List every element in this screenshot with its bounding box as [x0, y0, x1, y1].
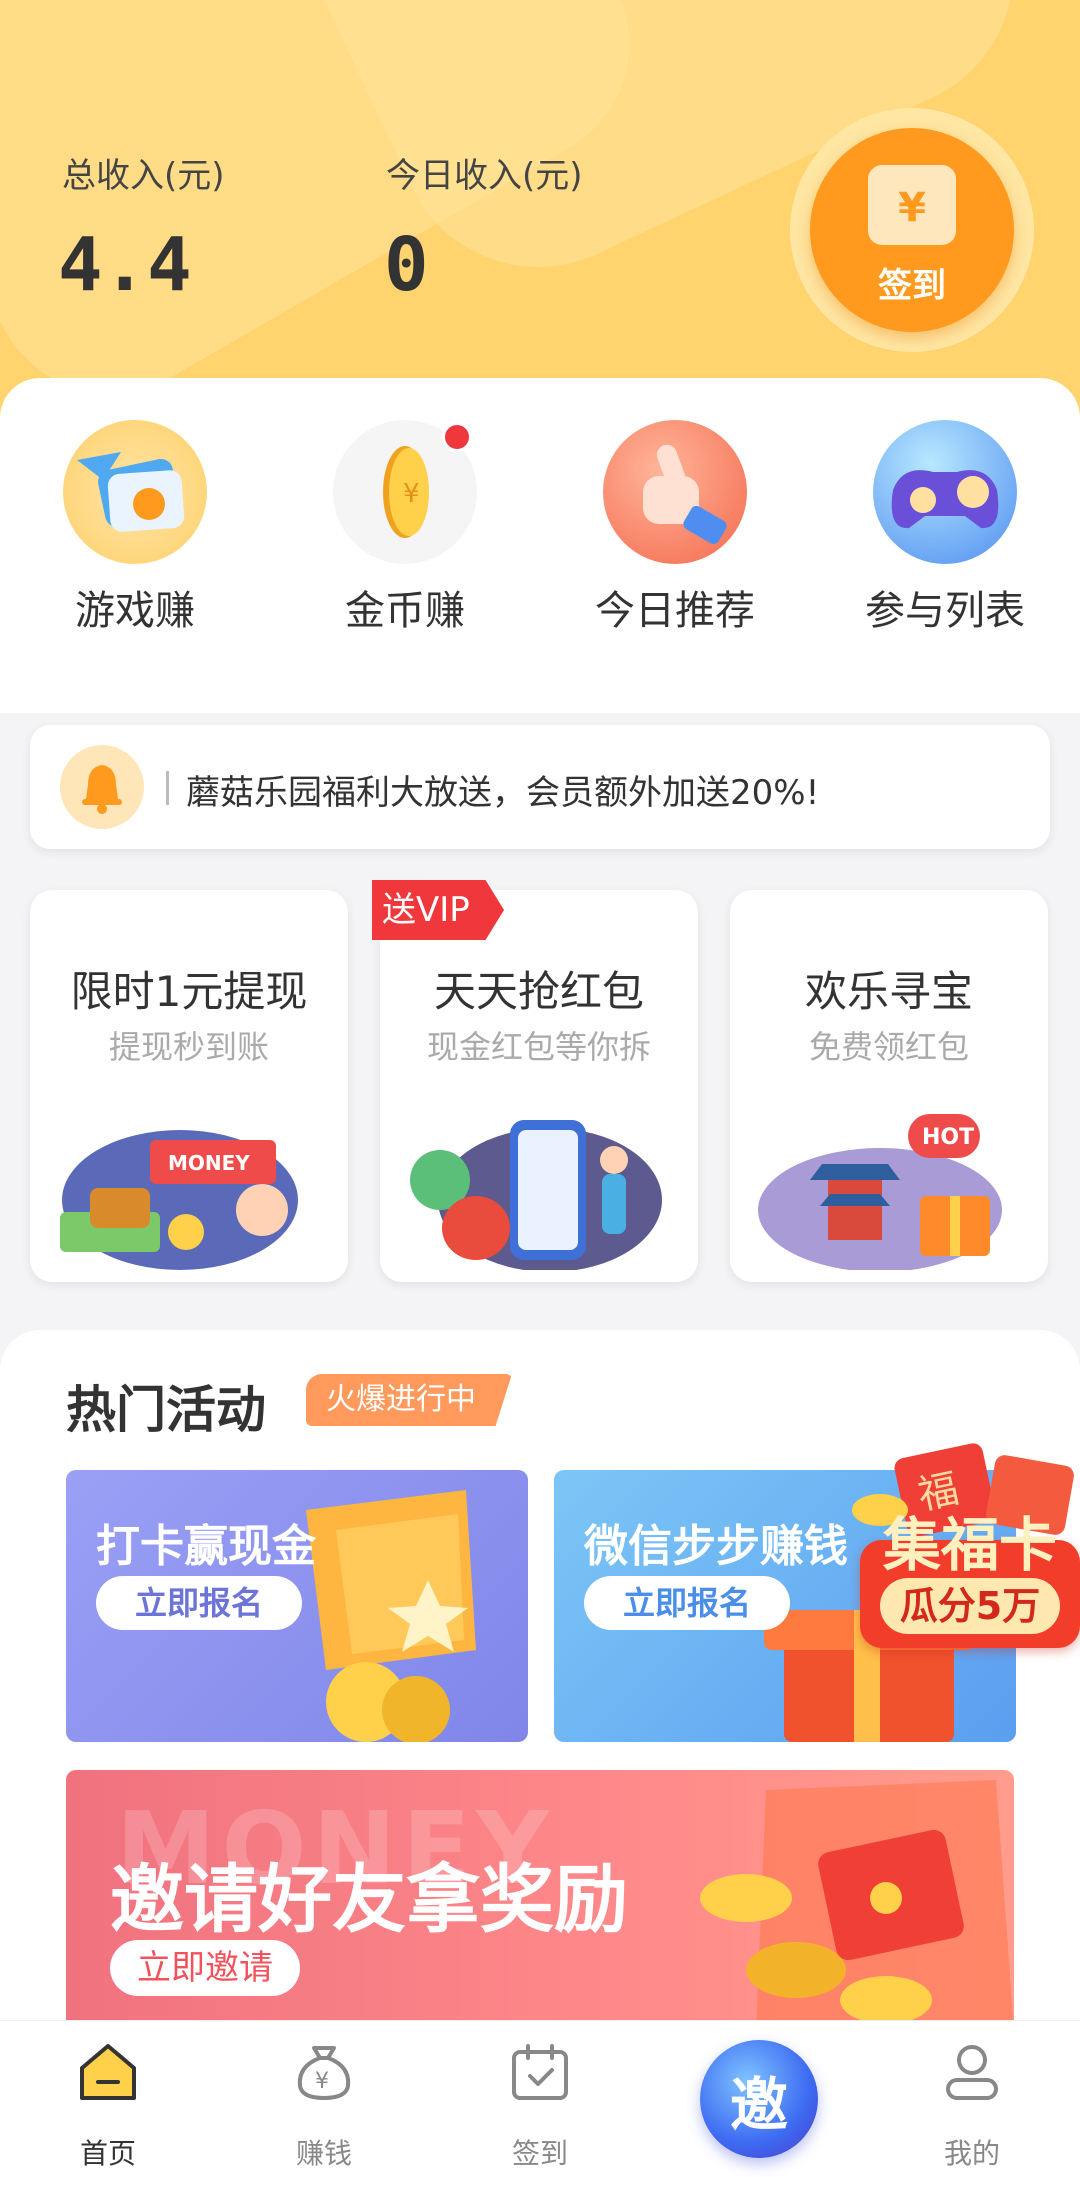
promo-card-title: 欢乐寻宝	[804, 967, 973, 1016]
bell-icon	[60, 745, 144, 829]
banner-checkin-cash[interactable]: 打卡赢现金 立即报名	[66, 1470, 528, 1742]
promo-card-subtitle: 免费领红包	[808, 1028, 969, 1066]
section-title: 热门活动	[66, 1381, 266, 1439]
quick-entry-recommend[interactable]: 今日推荐	[540, 420, 810, 640]
gamepad-icon	[873, 420, 1017, 564]
thumbs-up-icon	[603, 420, 747, 564]
quick-entry-label: 参与列表	[865, 588, 1025, 634]
tab-label: 签到	[511, 2137, 568, 2170]
phone-red-packet-illustration	[410, 1120, 662, 1270]
quick-entry-participation-list[interactable]: 参与列表	[810, 420, 1080, 640]
total-income-label: 总收入(元)	[62, 156, 225, 196]
register-button[interactable]: 立即报名	[96, 1576, 302, 1630]
game-card-icon	[63, 420, 207, 564]
temple-gift-illustration: HOT	[758, 1114, 1002, 1270]
promo-card-treasure[interactable]: 欢乐寻宝 免费领红包 HOT	[730, 890, 1048, 1282]
money-art-text: MONEY	[168, 1151, 250, 1175]
quick-entry-game[interactable]: 游戏赚	[0, 420, 270, 640]
banner-title: 微信步步赚钱	[584, 1521, 848, 1572]
invite-now-button[interactable]: 立即邀请	[110, 1940, 300, 1996]
today-income-value: 0	[384, 222, 429, 308]
total-income-value: 4.4	[58, 222, 192, 308]
promo-card-red-packet[interactable]: 天天抢红包 现金红包等你拆	[380, 890, 698, 1282]
notice-text: 蘑菇乐园福利大放送，会员额外加送20%!	[186, 773, 820, 813]
fu-card-title: 集福卡	[882, 1511, 1057, 1579]
tab-label: 赚钱	[295, 2137, 352, 2170]
fu-card-subtitle: 瓜分5万	[880, 1578, 1060, 1634]
tab-label: 我的	[943, 2137, 1000, 2170]
tab-label: 首页	[79, 2137, 136, 2170]
quick-entry-label: 今日推荐	[595, 588, 755, 634]
sign-in-label[interactable]: 签到	[810, 258, 1014, 307]
svg-text:¥: ¥	[403, 479, 420, 509]
promo-card-withdraw[interactable]: 限时1元提现 提现秒到账 MONEY	[30, 890, 348, 1282]
promo-card-subtitle: 提现秒到账	[108, 1028, 269, 1066]
invite-friends-banner[interactable]: MONEY 邀请好友拿奖励 立即邀请	[66, 1770, 1014, 2032]
calendar-check-icon	[512, 2044, 568, 2100]
svg-text:¥: ¥	[315, 2069, 329, 2094]
quick-entry-coin[interactable]: ¥ 金币赚	[270, 420, 540, 640]
hot-tag: 火爆进行中	[306, 1374, 512, 1426]
quick-entry-label: 金币赚	[345, 588, 465, 634]
promo-card-title: 限时1元提现	[70, 967, 308, 1016]
calendar-yen-icon: ¥	[868, 165, 956, 245]
notice-divider	[166, 771, 169, 805]
home-icon	[80, 2044, 136, 2100]
send-vip-badge: 送VIP	[372, 880, 504, 940]
new-badge-dot	[442, 422, 472, 452]
quick-entry-label: 游戏赚	[75, 588, 195, 634]
promo-card-title: 天天抢红包	[433, 967, 644, 1016]
hot-art-text: HOT	[922, 1125, 974, 1150]
register-button[interactable]: 立即报名	[584, 1576, 790, 1630]
money-gun-illustration: MONEY	[60, 1130, 298, 1270]
promo-card-subtitle: 现金红包等你拆	[426, 1028, 651, 1066]
user-icon	[946, 2045, 998, 2100]
invite-icon: 邀	[729, 2071, 788, 2139]
invite-title: 邀请好友拿奖励	[110, 1857, 628, 1943]
money-bag-icon: ¥	[297, 2046, 351, 2101]
banner-title: 打卡赢现金	[96, 1521, 316, 1572]
today-income-label: 今日收入(元)	[386, 156, 583, 196]
tab-invite[interactable]: 邀	[700, 2040, 818, 2158]
